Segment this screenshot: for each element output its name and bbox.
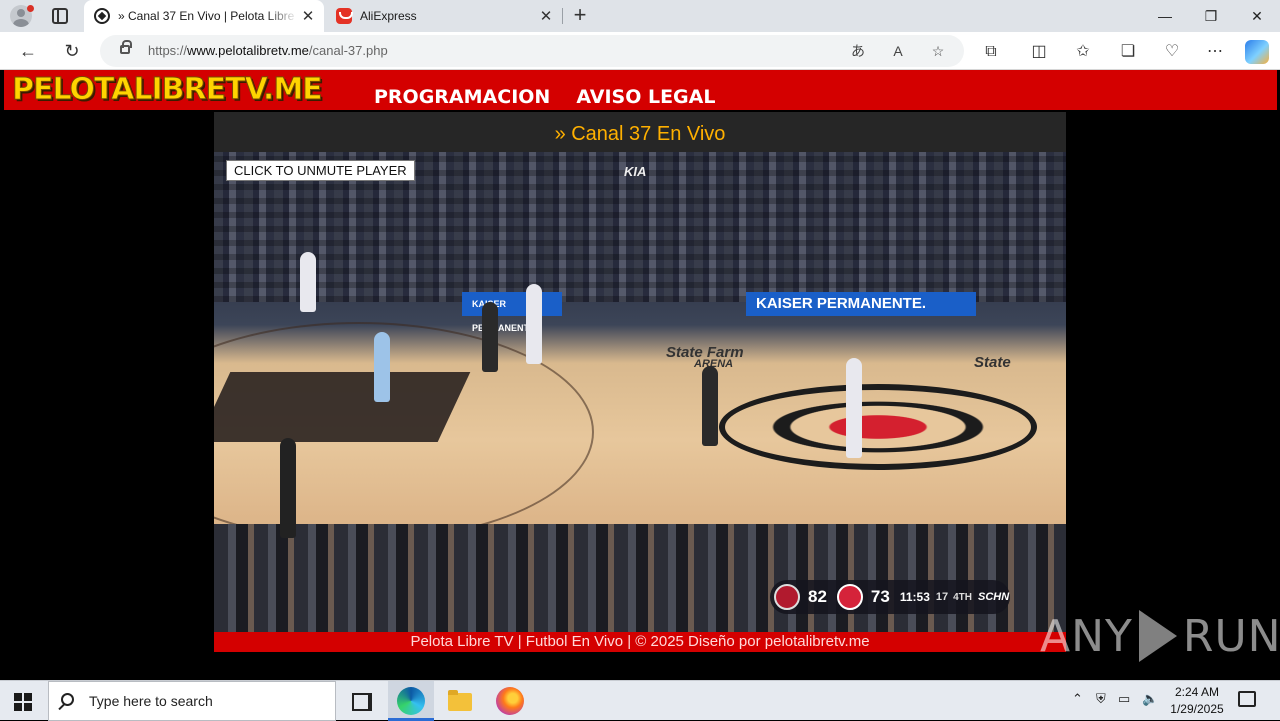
firefox-icon[interactable] [496, 687, 524, 715]
file-explorer-icon[interactable] [446, 687, 474, 715]
aliexpress-icon [336, 8, 353, 24]
site-logo[interactable]: PELOTALIBRETV.ME [12, 72, 324, 108]
tab-close-icon[interactable]: ✕ [298, 7, 318, 25]
player-figure [526, 284, 542, 364]
search-placeholder: Type here to search [89, 693, 213, 709]
center-court-logo [719, 384, 1037, 470]
play-icon [1138, 610, 1177, 662]
security-icon[interactable]: ⛨ [1096, 691, 1106, 707]
scorebug: 82 73 11:53 17 4TH SCHN [770, 580, 1010, 614]
player-footer: Pelota Libre TV | Futbol En Vivo | © 202… [214, 632, 1066, 652]
player-figure [482, 302, 498, 372]
watermark-text-right: RUN [1182, 610, 1280, 662]
away-score: 73 [870, 587, 890, 606]
player-figure [846, 358, 862, 458]
browser-toolbar: ← ↻ https://www.pelotalibretv.me/canal-3… [0, 32, 1280, 70]
floor-brand-right: State [974, 354, 1011, 371]
task-view-icon[interactable] [348, 687, 376, 715]
taskbar: Type here to search ⌃ ⛨ ▭ 🔈 2:24 AM 1/29… [0, 680, 1280, 721]
reload-icon[interactable]: ↻ [58, 37, 86, 65]
notifications-icon[interactable] [1238, 691, 1256, 707]
volume-icon[interactable]: 🔈 [1142, 691, 1158, 707]
maximize-button[interactable]: ❐ [1188, 0, 1234, 32]
taskbar-search[interactable]: Type here to search [48, 681, 336, 721]
date-text: 1/29/2025 [1170, 702, 1224, 716]
tab-actions-icon[interactable] [52, 8, 68, 24]
browser-essentials-icon[interactable]: ♡ [1161, 41, 1183, 63]
video-player[interactable]: KIA KAISER PERMANENTE KAISER PERMANENTE.… [214, 152, 1066, 632]
player-figure [702, 366, 718, 446]
anyrun-watermark: ANY RUN [1040, 610, 1280, 662]
ad-board-left: KAISER PERMANENTE [462, 292, 562, 333]
main-content: » Canal 37 En Vivo KIA KAISER PERMANENTE… [4, 110, 1277, 676]
tab-divider [562, 8, 563, 24]
kia-logo: KIA [624, 164, 647, 179]
referee-figure [280, 438, 296, 538]
read-aloud-icon[interactable]: A [888, 41, 908, 61]
watermark-text-left: ANY [1040, 610, 1133, 662]
time-text: 2:24 AM [1174, 685, 1220, 699]
notification-dot [27, 5, 34, 12]
crowd-foreground [214, 524, 1066, 632]
edge-icon[interactable] [397, 687, 425, 715]
collections-icon[interactable]: ❏ [1117, 41, 1139, 63]
tab-title: AliExpress [360, 9, 417, 23]
new-tab-button[interactable]: + [568, 4, 592, 28]
player-figure [300, 252, 316, 312]
network-icon[interactable]: ▭ [1118, 691, 1130, 707]
extensions-icon[interactable]: ⧉ [980, 41, 1002, 63]
soccer-ball-icon [94, 8, 110, 24]
player-figure [374, 332, 390, 402]
more-menu-icon[interactable]: ⋯ [1204, 41, 1226, 63]
shot-clock: 17 [935, 591, 949, 603]
back-arrow-icon[interactable]: ← [14, 37, 42, 65]
lock-icon[interactable] [120, 40, 132, 54]
tab-aliexpress[interactable]: AliExpress ✕ [326, 0, 562, 32]
player-container: » Canal 37 En Vivo KIA KAISER PERMANENTE… [214, 112, 1066, 652]
tab-canal-37[interactable]: » Canal 37 En Vivo | Pelota Libre TV ✕ [84, 0, 324, 32]
web-page: PELOTALIBRETV.ME PROGRAMACION AVISO LEGA… [0, 70, 1280, 680]
ad-board-right: KAISER PERMANENTE. [746, 292, 976, 316]
split-screen-icon[interactable]: ◫ [1028, 41, 1050, 63]
player-title: » Canal 37 En Vivo [214, 112, 1066, 152]
taskbar-clock[interactable]: 2:24 AM 1/29/2025 [1162, 684, 1232, 718]
nav-link-programacion[interactable]: PROGRAMACION [374, 86, 550, 108]
home-score: 82 [808, 587, 827, 606]
tab-title: » Canal 37 En Vivo | Pelota Libre TV [118, 9, 298, 23]
minimize-button[interactable]: — [1142, 0, 1188, 32]
favorites-icon[interactable]: ✩ [1072, 41, 1094, 63]
favorite-star-icon[interactable]: ☆ [928, 41, 948, 61]
url-text[interactable]: https://www.pelotalibretv.me/canal-37.ph… [148, 43, 388, 58]
show-hidden-icons-icon[interactable]: ⌃ [1072, 691, 1083, 707]
period: 4TH [953, 591, 973, 603]
game-clock: 11:53 [899, 590, 930, 604]
address-bar[interactable]: https://www.pelotalibretv.me/canal-37.ph… [100, 35, 964, 67]
translate-icon[interactable]: あ [848, 41, 868, 61]
tab-close-icon[interactable]: ✕ [536, 7, 556, 25]
windows-start-icon[interactable] [14, 693, 32, 711]
copilot-icon[interactable] [1245, 40, 1269, 64]
unmute-button[interactable]: CLICK TO UNMUTE PLAYER [226, 160, 415, 181]
hawks-logo-icon [836, 584, 863, 610]
network-logo: SCHN [978, 591, 1010, 603]
search-icon [61, 693, 74, 706]
close-window-button[interactable]: ✕ [1234, 0, 1280, 32]
site-nav: PROGRAMACION AVISO LEGAL [374, 86, 715, 108]
rockets-logo-icon [774, 584, 800, 610]
nav-link-aviso-legal[interactable]: AVISO LEGAL [576, 86, 715, 108]
site-header: PELOTALIBRETV.ME PROGRAMACION AVISO LEGA… [4, 70, 1277, 110]
browser-tab-bar: » Canal 37 En Vivo | Pelota Libre TV ✕ A… [0, 0, 1280, 32]
